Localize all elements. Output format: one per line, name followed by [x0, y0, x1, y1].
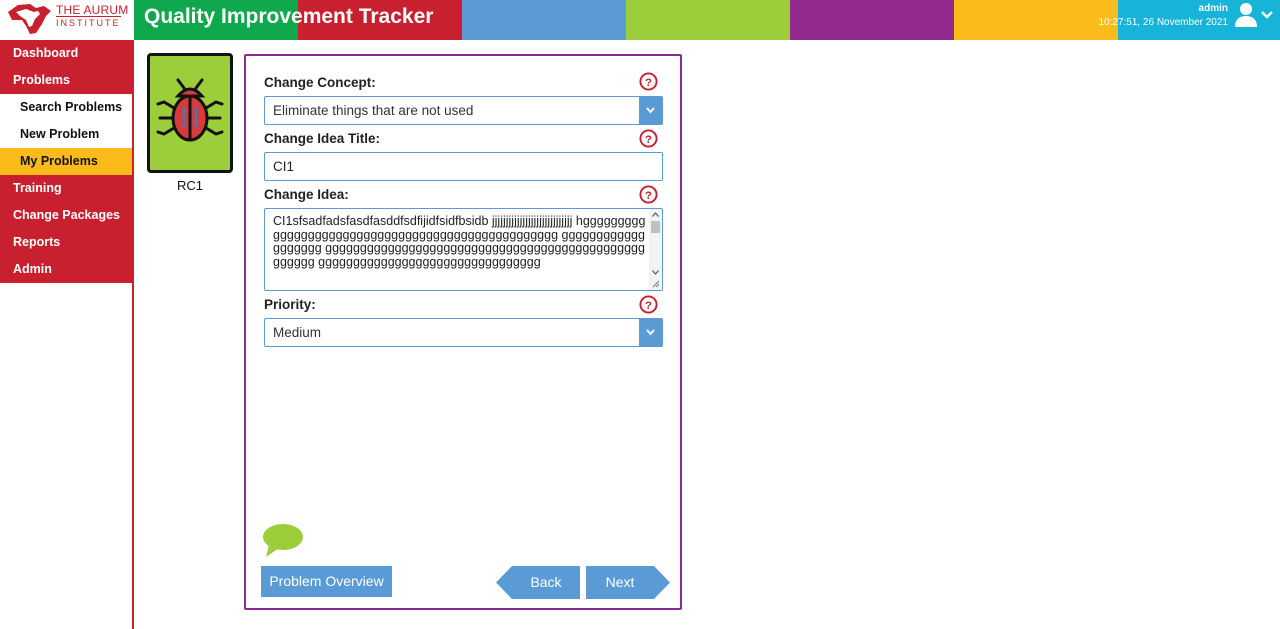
svg-text:?: ? — [645, 134, 652, 146]
help-icon[interactable]: ? — [639, 129, 658, 148]
africa-logo-icon — [8, 4, 51, 34]
sidebar-item-new-problem[interactable]: New Problem — [0, 121, 132, 148]
header-band-purple — [790, 0, 954, 40]
sidebar-item-reports[interactable]: Reports — [0, 229, 132, 256]
header-band-yellow — [954, 0, 1118, 40]
svg-text:?: ? — [645, 77, 652, 89]
root-cause-card[interactable] — [147, 53, 233, 173]
help-icon[interactable]: ? — [639, 72, 658, 91]
sidebar-item-problems[interactable]: Problems — [0, 67, 132, 94]
change-concept-label: Change Concept: — [264, 75, 376, 90]
change-concept-select[interactable]: Eliminate things that are not used — [264, 96, 663, 125]
root-cause-label: RC1 — [176, 178, 203, 193]
sidebar: Dashboard Problems Search Problems New P… — [0, 40, 134, 629]
help-icon[interactable]: ? — [639, 185, 658, 204]
problem-overview-button[interactable]: Problem Overview — [261, 566, 392, 597]
bug-icon — [156, 78, 224, 142]
change-idea-title-value: CI1 — [273, 159, 295, 174]
header-band-lime — [626, 0, 790, 40]
next-button[interactable]: Next — [586, 566, 670, 599]
scroll-down-icon[interactable] — [652, 270, 659, 275]
scrollbar-thumb[interactable] — [651, 221, 660, 233]
priority-label: Priority: — [264, 297, 316, 312]
sidebar-item-dashboard[interactable]: Dashboard — [0, 40, 132, 67]
textarea-scrollbar[interactable] — [649, 209, 662, 290]
sidebar-item-search-problems[interactable]: Search Problems — [0, 94, 132, 121]
header-band-blue — [462, 0, 626, 40]
current-datetime: 10:27:51, 26 November 2021 — [1098, 17, 1228, 28]
change-idea-textarea[interactable]: CI1sfsadfadsfasdfasddfsdfijidfsidfbsidb … — [264, 208, 663, 291]
sidebar-item-change-packages[interactable]: Change Packages — [0, 202, 132, 229]
comment-bubble-icon[interactable] — [263, 524, 303, 558]
change-concept-dropdown-button[interactable] — [639, 97, 662, 124]
sidebar-item-admin[interactable]: Admin — [0, 256, 132, 283]
change-idea-title-input[interactable]: CI1 — [264, 152, 663, 181]
sidebar-item-my-problems[interactable]: My Problems — [0, 148, 132, 175]
change-concept-value: Eliminate things that are not used — [273, 103, 474, 118]
change-idea-value: CI1sfsadfadsfasdfasddfsdfijidfsidfbsidb … — [273, 214, 646, 269]
chevron-down-icon — [646, 329, 655, 336]
user-avatar-icon[interactable] — [1234, 2, 1258, 28]
priority-value: Medium — [273, 325, 322, 340]
sidebar-item-training[interactable]: Training — [0, 175, 132, 202]
next-button-label: Next — [605, 574, 635, 590]
chevron-down-icon[interactable] — [1261, 10, 1273, 20]
change-idea-label: Change Idea: — [264, 187, 349, 202]
scroll-up-icon[interactable] — [652, 212, 659, 217]
priority-dropdown-button[interactable] — [639, 319, 662, 346]
change-idea-form: Change Concept: ? Eliminate things that … — [244, 54, 682, 610]
app-title: Quality Improvement Tracker — [144, 5, 434, 28]
resize-grip-icon[interactable] — [651, 279, 660, 288]
chevron-down-icon — [646, 107, 655, 114]
svg-text:?: ? — [645, 190, 652, 202]
logo-subtitle: INSTITUTE — [56, 16, 121, 28]
header-bar: THE AURUM INSTITUTE Quality Improvement … — [0, 0, 1280, 40]
logo[interactable]: THE AURUM INSTITUTE — [0, 0, 134, 40]
back-button[interactable]: Back — [496, 566, 580, 599]
back-button-label: Back — [530, 574, 562, 590]
user-name[interactable]: admin — [1199, 3, 1228, 14]
help-icon[interactable]: ? — [639, 295, 658, 314]
svg-text:?: ? — [645, 300, 652, 312]
logo-title: THE AURUM — [56, 3, 129, 17]
change-idea-title-label: Change Idea Title: — [264, 131, 381, 146]
priority-select[interactable]: Medium — [264, 318, 663, 347]
